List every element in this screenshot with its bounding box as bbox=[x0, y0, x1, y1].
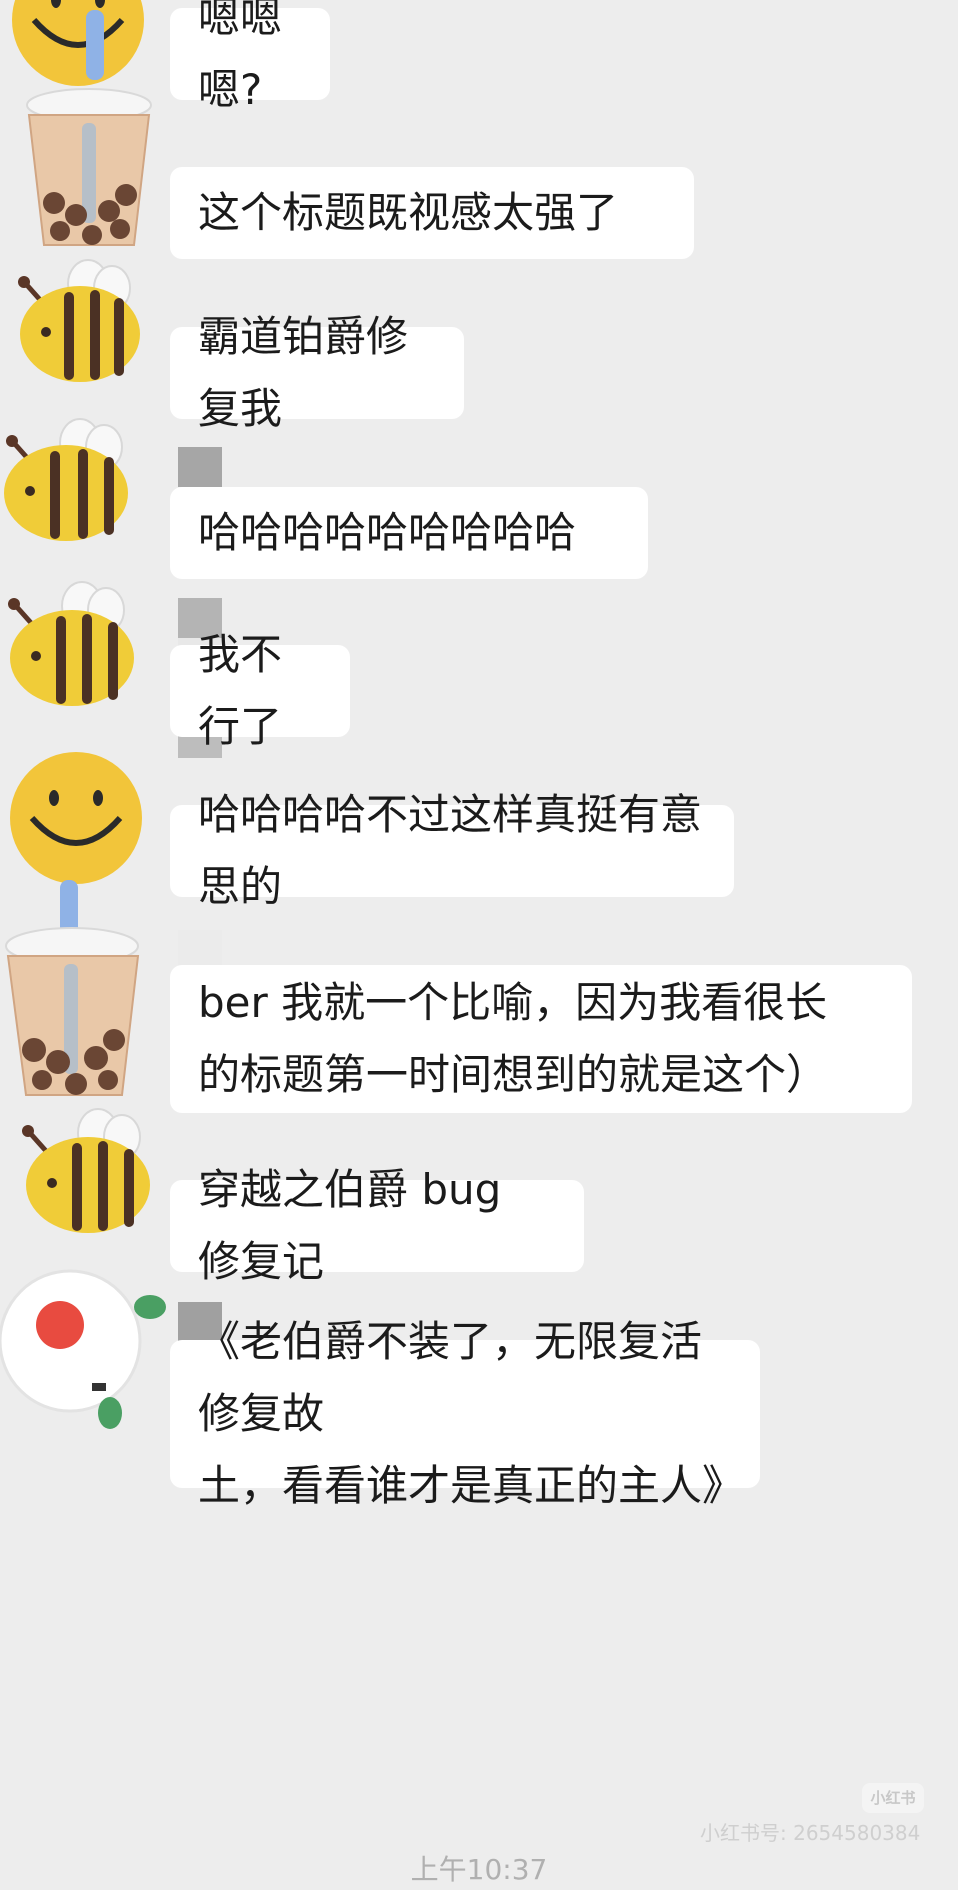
bubble-tea-avatar[interactable] bbox=[0, 880, 160, 1096]
message-text: 哈哈哈哈哈哈哈哈哈 bbox=[198, 508, 577, 557]
flower-avatar[interactable] bbox=[0, 1255, 166, 1429]
sender-name-blurred bbox=[178, 447, 222, 487]
message-text: 《老伯爵不装了，无限复活修复故 土，看看谁才是真正的主人》 bbox=[198, 1317, 745, 1510]
message-bubble[interactable]: 《老伯爵不装了，无限复活修复故 土，看看谁才是真正的主人》 bbox=[170, 1317, 760, 1510]
bee-avatar[interactable] bbox=[2, 578, 162, 728]
message-bubble[interactable]: 霸道铂爵修复我 bbox=[170, 312, 464, 433]
sender-name-blurred bbox=[178, 930, 222, 1050]
message-bubble[interactable]: 嗯嗯嗯? bbox=[170, 0, 330, 114]
bubble-tea-avatar[interactable] bbox=[14, 85, 174, 246]
message-bubble[interactable]: 这个标题既视感太强了 bbox=[170, 167, 694, 259]
message-text: 这个标题既视感太强了 bbox=[198, 188, 619, 237]
message-bubble[interactable]: 哈哈哈哈不过这样真挺有意思的 bbox=[170, 790, 734, 911]
chat-area[interactable]: 嗯嗯嗯? 这个标题既视感太强了 霸道铂爵修复我 哈哈哈哈哈哈哈哈哈 我不行了 哈… bbox=[0, 0, 958, 1877]
message-bubble[interactable]: 穿越之伯爵 bug 修复记 bbox=[170, 1165, 584, 1286]
bee-avatar[interactable] bbox=[12, 1105, 172, 1255]
message-text: 嗯嗯嗯? bbox=[198, 0, 283, 114]
message-text: 我不行了 bbox=[198, 630, 283, 751]
bee-avatar[interactable] bbox=[0, 415, 160, 565]
bee-avatar[interactable] bbox=[8, 258, 168, 408]
message-text: 哈哈哈哈不过这样真挺有意思的 bbox=[198, 790, 703, 911]
message-text: 霸道铂爵修复我 bbox=[198, 312, 409, 433]
message-bubble[interactable]: 我不行了 bbox=[170, 630, 350, 751]
smiley-avatar[interactable] bbox=[4, 748, 164, 898]
message-bubble[interactable]: 哈哈哈哈哈哈哈哈哈 bbox=[170, 487, 648, 579]
message-timestamp: 上午10:37 bbox=[410, 1853, 548, 1886]
message-bubble[interactable]: ber 我就一个比喻，因为我看很长 的标题第一时间想到的就是这个） bbox=[170, 965, 912, 1113]
xiaohongshu-watermark-text: 小红书号: 2654580384 bbox=[700, 1821, 921, 1845]
message-text: ber 我就一个比喻，因为我看很长 的标题第一时间想到的就是这个） bbox=[198, 978, 829, 1099]
message-text: 穿越之伯爵 bug 修复记 bbox=[198, 1165, 502, 1286]
xiaohongshu-watermark-badge: 小红书 bbox=[862, 1783, 924, 1813]
